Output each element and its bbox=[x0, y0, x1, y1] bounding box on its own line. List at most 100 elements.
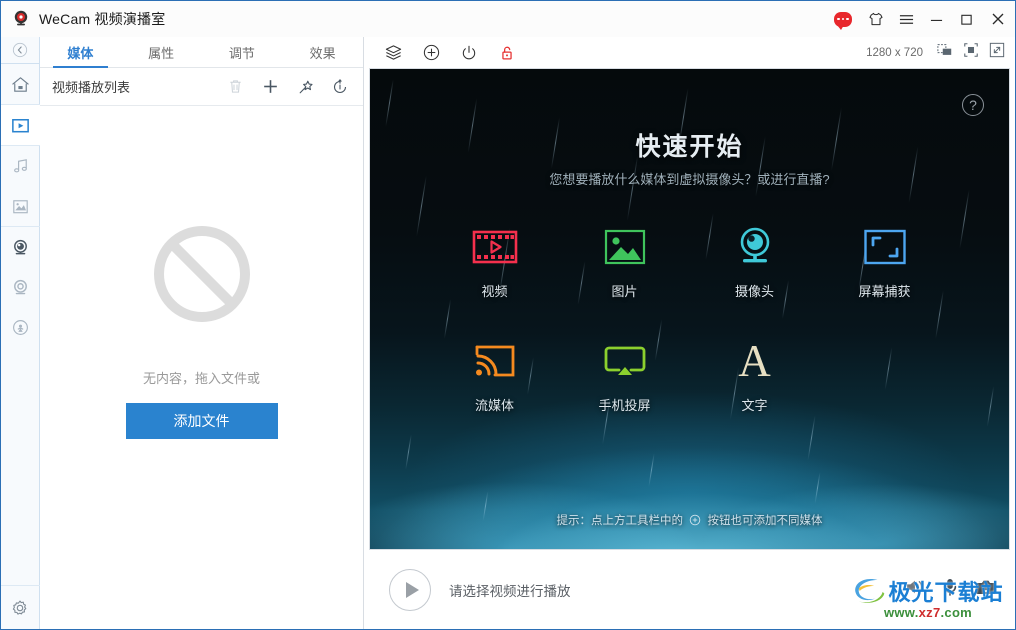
maximize-icon[interactable] bbox=[951, 1, 981, 37]
quick-tile-screen-capture-label: 屏幕捕获 bbox=[858, 284, 911, 299]
airplay-icon bbox=[603, 338, 647, 384]
tab-effects-label: 效果 bbox=[309, 45, 336, 61]
skin-theme-icon[interactable] bbox=[861, 1, 891, 37]
collapse-sidebar-button[interactable] bbox=[1, 37, 39, 64]
add-file-button[interactable]: 添加文件 bbox=[125, 403, 278, 439]
trash-icon bbox=[229, 80, 241, 93]
loop-icon bbox=[333, 78, 347, 93]
sidebar-item-image[interactable] bbox=[1, 186, 40, 226]
power-button[interactable] bbox=[450, 37, 488, 68]
sidebar-item-virtual-cam[interactable] bbox=[1, 267, 40, 307]
sidebar-item-broadcast[interactable] bbox=[1, 307, 40, 347]
quick-tile-video[interactable]: 视频 bbox=[459, 224, 531, 300]
panel-tabs: 媒体 属性 调节 效果 bbox=[40, 37, 363, 68]
fullscreen-button[interactable] bbox=[989, 42, 1005, 63]
layers-button[interactable] bbox=[374, 37, 412, 68]
microphone-icon bbox=[943, 579, 957, 596]
play-icon bbox=[405, 581, 419, 598]
watermark-url: www.xz7.com bbox=[884, 605, 972, 620]
quick-start-row-2: 流媒体 手机投屏 A 文字 bbox=[370, 338, 1009, 414]
sidebar-item-video[interactable] bbox=[0, 105, 40, 145]
picture-icon bbox=[603, 224, 647, 270]
sidebar-item-camera[interactable] bbox=[1, 227, 40, 267]
feedback-icon[interactable] bbox=[831, 1, 861, 37]
picture-icon bbox=[12, 199, 28, 213]
preview-container: ? 快速开始 您想要播放什么媒体到虚拟摄像头？或进行直播? 视频 图片 摄像头 … bbox=[364, 68, 1015, 550]
hint-text-before: 提示：点上方工具栏中的 bbox=[556, 515, 684, 527]
pin-button[interactable] bbox=[294, 76, 316, 98]
quick-tile-text[interactable]: A 文字 bbox=[719, 338, 791, 414]
help-button[interactable]: ? bbox=[962, 94, 984, 116]
preview-toolbar-right: 1280 x 720 bbox=[866, 42, 1015, 63]
delete-button[interactable] bbox=[224, 76, 246, 98]
quick-start-grid: 视频 图片 摄像头 屏幕捕获 流媒体 手机投屏 A 文字 bbox=[370, 224, 1009, 414]
preview-toolbar: 1280 x 720 bbox=[364, 37, 1015, 68]
quick-tile-screen-capture[interactable]: 屏幕捕获 bbox=[849, 224, 921, 300]
chevron-left-circle-icon bbox=[12, 42, 28, 58]
menu-icon[interactable] bbox=[891, 1, 921, 37]
camera-button[interactable] bbox=[975, 576, 997, 603]
screen-capture-icon bbox=[863, 224, 907, 270]
music-note-icon bbox=[13, 158, 27, 172]
quick-tile-image[interactable]: 图片 bbox=[589, 224, 661, 300]
watermark-url-mid: xz7 bbox=[918, 604, 941, 620]
add-circle-icon bbox=[423, 44, 439, 61]
close-icon[interactable] bbox=[981, 1, 1015, 37]
tab-properties-label: 属性 bbox=[148, 45, 175, 61]
video-play-icon bbox=[11, 118, 29, 132]
video-preview[interactable]: ? 快速开始 您想要播放什么媒体到虚拟摄像头？或进行直播? 视频 图片 摄像头 … bbox=[369, 68, 1010, 550]
application-window: WeCam 视频演播室 媒体 属性 调节 效果 视频播放列表 无内容，拖入文件或… bbox=[0, 0, 1016, 630]
webcam-logo-icon bbox=[14, 10, 28, 26]
preview-area: 1280 x 720 ? 快速开始 您想要播放什么媒体到虚拟摄像头？或进行直播?… bbox=[364, 37, 1015, 629]
film-strip-icon bbox=[472, 224, 518, 270]
crop-button[interactable] bbox=[963, 42, 979, 63]
fullscreen-icon bbox=[989, 42, 1005, 58]
playlist-actions bbox=[224, 76, 351, 98]
quick-tile-phone-mirror-label: 手机投屏 bbox=[598, 398, 651, 413]
add-circle-icon bbox=[689, 514, 701, 529]
watermark-swirl-icon bbox=[855, 578, 885, 603]
watermark-url-suffix: .com bbox=[940, 604, 973, 620]
tab-adjust[interactable]: 调节 bbox=[202, 37, 283, 67]
sidebar-item-settings[interactable] bbox=[0, 585, 40, 629]
quick-tile-image-label: 图片 bbox=[611, 284, 638, 299]
window-controls bbox=[831, 1, 1015, 37]
quick-start-title: 快速开始 bbox=[635, 133, 744, 161]
player-controls bbox=[903, 576, 1003, 603]
volume-button[interactable] bbox=[903, 576, 925, 603]
window-title: WeCam 视频演播室 bbox=[39, 11, 166, 27]
watermark-url-prefix: www. bbox=[883, 604, 919, 620]
power-icon bbox=[462, 45, 476, 59]
quick-tile-stream[interactable]: 流媒体 bbox=[459, 338, 531, 414]
quick-tile-stream-label: 流媒体 bbox=[474, 398, 514, 413]
quick-tile-camera-label: 摄像头 bbox=[734, 284, 774, 299]
tab-properties[interactable]: 属性 bbox=[121, 37, 202, 67]
quick-tile-camera[interactable]: 摄像头 bbox=[719, 224, 791, 300]
title-bar: WeCam 视频演播室 bbox=[1, 1, 1015, 37]
gear-icon bbox=[12, 600, 27, 615]
sidebar-item-home[interactable] bbox=[1, 64, 40, 104]
loop-button[interactable] bbox=[329, 76, 351, 98]
playlist-empty-state: 无内容，拖入文件或 添加文件 bbox=[40, 106, 363, 629]
playlist-header: 视频播放列表 bbox=[40, 68, 363, 106]
quick-start-subtitle: 您想要播放什么媒体到虚拟摄像头？或进行直播? bbox=[549, 172, 830, 187]
snapshot-button[interactable] bbox=[937, 42, 953, 63]
tab-media[interactable]: 媒体 bbox=[40, 37, 121, 68]
resolution-label: 1280 x 720 bbox=[866, 46, 923, 59]
tab-media-label: 媒体 bbox=[67, 45, 94, 61]
microphone-button[interactable] bbox=[939, 576, 961, 603]
sidebar-item-music[interactable] bbox=[1, 146, 40, 186]
add-button[interactable] bbox=[259, 76, 281, 98]
play-button[interactable] bbox=[389, 568, 431, 611]
home-icon bbox=[11, 76, 29, 92]
playlist-title: 视频播放列表 bbox=[52, 80, 131, 95]
lock-button[interactable] bbox=[488, 37, 526, 68]
add-media-button[interactable] bbox=[412, 37, 450, 68]
help-label: ? bbox=[969, 97, 977, 113]
speaker-icon bbox=[907, 580, 923, 594]
text-a-icon: A bbox=[738, 336, 771, 386]
tab-effects[interactable]: 效果 bbox=[282, 37, 363, 67]
webcam-icon bbox=[733, 224, 777, 270]
minimize-icon[interactable] bbox=[921, 1, 951, 37]
quick-tile-phone-mirror[interactable]: 手机投屏 bbox=[589, 338, 661, 414]
